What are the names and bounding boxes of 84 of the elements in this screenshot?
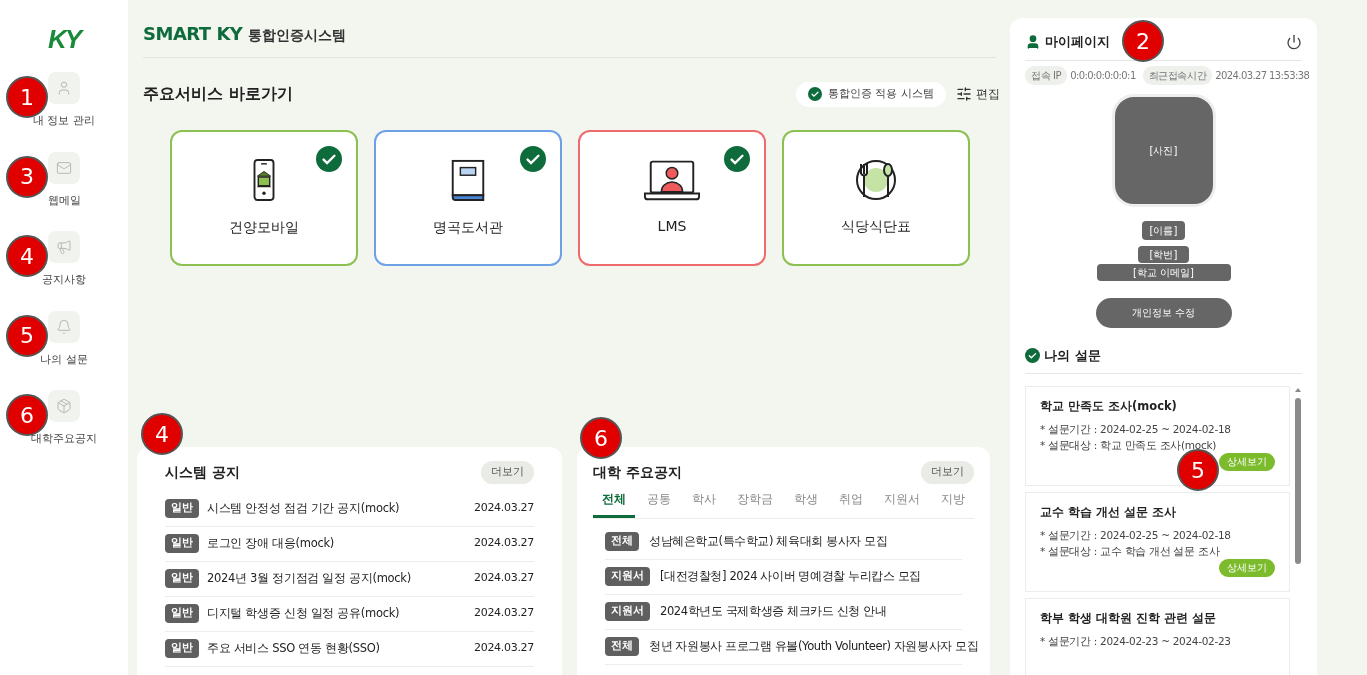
survey-period: * 설문기간 : 2024-02-23 ~ 2024-02-23 (1040, 634, 1232, 650)
survey-title: 교수 학습 개선 설문 조사 (1040, 504, 1177, 521)
student-id-field: [학번] (1137, 245, 1190, 263)
notice-date: 2024.03.27 (474, 570, 534, 587)
category-tab[interactable]: 학생 (785, 489, 827, 518)
notice-title[interactable]: [대전경찰청] 2024 사이버 명예경찰 누리캅스 모집 (660, 567, 921, 586)
check-circle-icon (808, 87, 822, 102)
category-tag: 일반 (165, 569, 199, 588)
callout-marker: 3 (6, 155, 48, 198)
category-tag: 일반 (165, 639, 199, 658)
survey-period: * 설문기간 : 2024-02-25 ~ 2024-02-18 (1040, 528, 1232, 544)
logo: KY (47, 23, 81, 56)
mail-icon (56, 159, 72, 176)
login-time: 2024.03.27 13:53:38 (1215, 68, 1310, 83)
callout-marker: 4 (6, 235, 48, 277)
callout-marker: 5 (6, 314, 48, 357)
info-label: 접속 IP (1025, 65, 1068, 85)
notice-date: 2024.03.27 (474, 640, 534, 657)
category-tab[interactable]: 지원서 (875, 489, 929, 518)
category-tab[interactable]: 취업 (830, 489, 872, 518)
service-card[interactable]: LMS (578, 129, 766, 266)
legend-pill: 통합인증 적용 시스템 (796, 82, 946, 107)
category-tab[interactable]: 장학금 (728, 489, 782, 518)
more-button[interactable]: 더보기 (921, 461, 974, 484)
category-tag: 지원서 (605, 567, 650, 586)
sliders-icon (956, 86, 972, 103)
callout-marker: 4 (141, 413, 183, 455)
bell-icon (56, 318, 72, 335)
category-tab[interactable]: 전체 (593, 489, 635, 518)
megaphone-icon (56, 239, 72, 255)
callout-marker: 2 (1122, 20, 1164, 62)
category-tab[interactable]: 학사 (683, 489, 725, 518)
ip-address: 0:0:0:0:0:0:0:1 (1070, 68, 1136, 83)
survey-target: * 설문대상 : 교수 학습 개선 설문 조사 (1040, 544, 1221, 559)
notice-title[interactable]: 2024학년도 국제학생증 체크카드 신청 안내 (660, 602, 887, 621)
panel-title: 마이페이지 (1045, 33, 1110, 51)
edit-button[interactable]: 편집 (956, 85, 1000, 104)
notice-title[interactable]: 청년 자원봉사 프로그램 유볼(Youth Volunteer) 자원봉사자 모집 (649, 637, 979, 656)
service-card[interactable]: 건양모바일 (170, 129, 358, 266)
edit-profile-button[interactable]: 개인정보 수정 (1095, 297, 1232, 328)
logout-button[interactable] (1286, 33, 1302, 50)
check-circle-icon (520, 145, 546, 172)
notice-title[interactable]: 2024년 3월 정기점검 일정 공지(mock) (207, 569, 411, 588)
section-title: 주요서비스 바로가기 (143, 83, 293, 106)
power-icon (1286, 33, 1302, 50)
notice-title[interactable]: 시스템 안정성 점검 기간 공지(mock) (207, 499, 400, 518)
category-tag: 일반 (165, 534, 199, 553)
notice-title[interactable]: 주요 서비스 SSO 연동 현황(SSO) (207, 639, 380, 658)
check-circle-icon (1025, 347, 1040, 363)
callout-marker: 6 (580, 417, 622, 459)
category-tab[interactable]: 공통 (638, 489, 680, 518)
category-tag: 일반 (165, 604, 199, 623)
notice-title[interactable]: 로그인 장애 대응(mock) (207, 534, 334, 553)
service-card[interactable]: 명곡도서관 (374, 129, 562, 266)
check-circle-icon (724, 145, 750, 172)
service-card[interactable]: 식당식단표 (782, 129, 970, 266)
survey-period: * 설문기간 : 2024-02-25 ~ 2024-02-18 (1040, 422, 1232, 438)
panel-title: 나의 설문 (1044, 346, 1101, 365)
photo-caption: [사진] (1149, 143, 1178, 158)
notice-title[interactable]: 디지털 학생증 신청 일정 공유(mock) (207, 604, 400, 623)
category-tag: 일반 (165, 499, 199, 518)
brand-title: SMART KY (143, 22, 243, 46)
card-title: 시스템 공지 (165, 462, 240, 482)
page-title: 통합인증시스템 (248, 26, 347, 45)
category-tag: 지원서 (605, 602, 650, 621)
notice-title[interactable]: 성남혜은학교(특수학교) 체육대회 봉사자 모집 (649, 532, 888, 551)
card-title: 대학 주요공지 (593, 462, 682, 482)
user-icon (56, 80, 72, 96)
category-tag: 전체 (605, 532, 639, 551)
info-label: 최근접속시간 (1142, 65, 1213, 85)
check-circle-icon (316, 145, 342, 172)
more-button[interactable]: 더보기 (481, 461, 534, 484)
notice-date: 2024.03.27 (474, 535, 534, 552)
email-field: [학교 이메일] (1096, 263, 1231, 281)
user-icon (1025, 33, 1041, 50)
survey-title: 학부 학생 대학원 진학 관련 설문 (1040, 610, 1218, 627)
laptop-person-icon (643, 158, 701, 202)
name-field: [이름] (1141, 220, 1186, 240)
category-tab[interactable]: 지방 (932, 489, 974, 518)
category-tag: 전체 (605, 637, 639, 656)
survey-title: 학교 만족도 조사(mock) (1040, 398, 1178, 415)
notice-date: 2024.03.27 (474, 605, 534, 622)
box-icon (56, 398, 72, 414)
notice-date: 2024.03.27 (474, 500, 534, 517)
